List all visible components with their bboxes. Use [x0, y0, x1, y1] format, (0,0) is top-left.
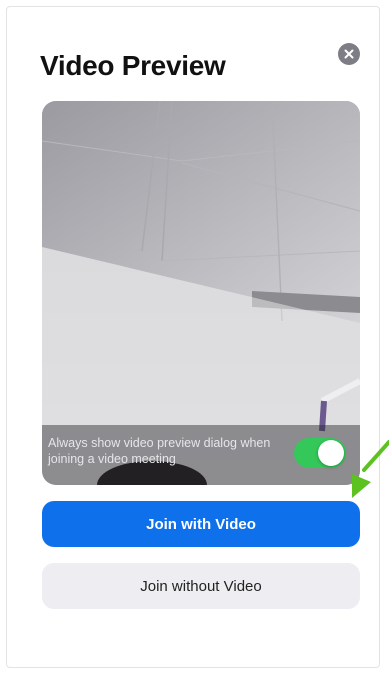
preview-toggle-label: Always show video preview dialog when jo… — [48, 436, 271, 466]
join-without-video-button[interactable]: Join without Video — [42, 563, 360, 609]
close-icon — [344, 49, 354, 59]
join-with-video-button[interactable]: Join with Video — [42, 501, 360, 547]
dialog-title: Video Preview — [40, 50, 226, 81]
preview-settings-bar: Always show video preview dialog when jo… — [42, 425, 360, 485]
toggle-knob — [318, 440, 344, 466]
always-show-preview-toggle[interactable] — [294, 438, 346, 468]
close-button[interactable] — [338, 43, 360, 65]
video-preview: Always show video preview dialog when jo… — [42, 101, 360, 485]
